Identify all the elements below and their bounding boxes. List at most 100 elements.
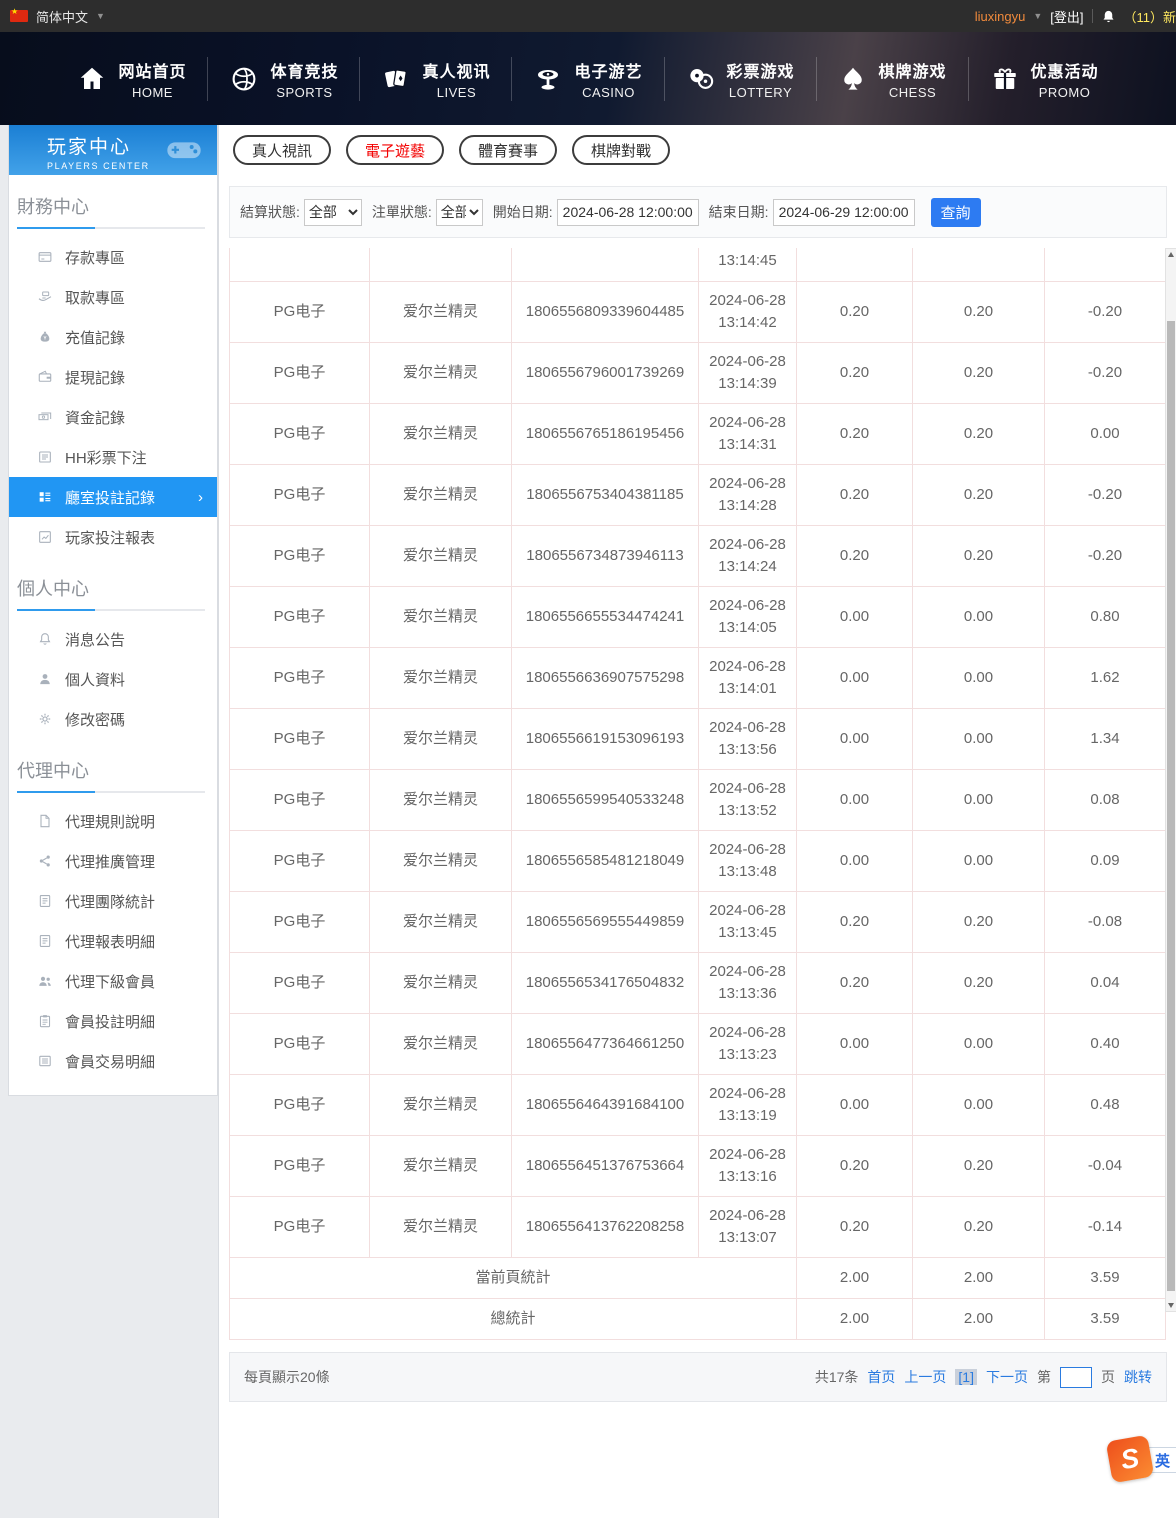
nav-item-promo[interactable]: 优惠活动 PROMO: [990, 58, 1099, 100]
sidebar-item-代理推廣管理[interactable]: 代理推廣管理: [9, 841, 217, 881]
logout-button[interactable]: [登出]: [1050, 7, 1083, 26]
nav-item-casino[interactable]: 电子游艺 CASINO: [533, 58, 642, 100]
sogou-ime-icon[interactable]: S: [1106, 1435, 1155, 1484]
scrollbar-thumb[interactable]: [1167, 321, 1175, 1291]
sidebar-item-代理下級會員[interactable]: 代理下級會員: [9, 961, 217, 1001]
cell-win-loss: 0.04: [1045, 953, 1166, 1014]
cell-win-loss: 0.08: [1045, 770, 1166, 831]
summary-row: 當前頁統計 2.00 2.00 3.59: [230, 1258, 1166, 1299]
summary-valid-bet: 2.00: [913, 1258, 1045, 1299]
bet-records-table: 13:14:45 PG电子 爱尔兰精灵 1806556809339604485 …: [229, 248, 1166, 1340]
settle-status-select[interactable]: 全部: [304, 199, 362, 226]
spade-icon: [838, 64, 868, 94]
scrollbar-up-arrow[interactable]: [1166, 249, 1176, 261]
sidebar-item-label: 提現記錄: [65, 367, 125, 388]
sidebar-item-代理團隊統計[interactable]: 代理團隊統計: [9, 881, 217, 921]
notification-bell-icon[interactable]: [1101, 9, 1116, 24]
table-row: PG电子 爱尔兰精灵 1806556636907575298 2024-06-2…: [230, 648, 1166, 709]
tab-電子遊藝[interactable]: 電子遊藝: [346, 135, 444, 165]
next-page-link[interactable]: 下一页: [986, 1367, 1028, 1387]
table-row: PG电子 爱尔兰精灵 1806556569555449859 2024-06-2…: [230, 892, 1166, 953]
table-row: PG电子 爱尔兰精灵 1806556734873946113 2024-06-2…: [230, 526, 1166, 587]
sidebar-item-取款專區[interactable]: 取款專區: [9, 277, 217, 317]
cell-win-loss: -0.08: [1045, 892, 1166, 953]
cell-time: 2024-06-2813:13:36: [699, 953, 797, 1014]
end-date-input[interactable]: [773, 199, 915, 226]
sidebar-item-修改密碼[interactable]: 修改密碼: [9, 699, 217, 739]
cell-time: 2024-06-2813:13:45: [699, 892, 797, 953]
sidebar-item-資金記錄[interactable]: 資金記錄: [9, 397, 217, 437]
sidebar-item-label: 代理團隊統計: [65, 891, 155, 912]
nav-item-lottery[interactable]: 彩票游戏 LOTTERY: [686, 58, 795, 100]
tab-體育賽事[interactable]: 體育賽事: [459, 135, 557, 165]
ime-mode-indicator[interactable]: 英: [1155, 1450, 1170, 1471]
cell-platform: PG电子: [230, 1197, 370, 1258]
cell-bet-id: 1806556464391684100: [512, 1075, 699, 1136]
prev-page-link[interactable]: 上一页: [904, 1367, 946, 1387]
sidebar-item-label: 資金記錄: [65, 407, 125, 428]
cell-win-loss: 1.34: [1045, 709, 1166, 770]
table-scrollbar[interactable]: [1165, 248, 1176, 1312]
notification-count[interactable]: （11）新消息: [1124, 7, 1176, 26]
page-size-label: 每頁顯示20條: [244, 1367, 330, 1387]
sidebar-item-充值記錄[interactable]: 充值記錄: [9, 317, 217, 357]
cell-time: 2024-06-2813:13:19: [699, 1075, 797, 1136]
sidebar-item-HH彩票下注[interactable]: HH彩票下注: [9, 437, 217, 477]
sidebar-item-會員投註明細[interactable]: 會員投註明細: [9, 1001, 217, 1041]
cell-game: 爱尔兰精灵: [370, 587, 512, 648]
cell-bet-amount: 0.20: [797, 892, 913, 953]
nav-label-zh: 真人视讯: [422, 58, 490, 82]
nav-item-home[interactable]: 网站首页 HOME: [77, 58, 186, 100]
jump-button[interactable]: 跳转: [1124, 1367, 1152, 1387]
nav-separator: [816, 57, 817, 101]
cell-bet-amount: 0.20: [797, 282, 913, 343]
sidebar-item-代理規則說明[interactable]: 代理規則說明: [9, 801, 217, 841]
sidebar-item-label: 代理規則說明: [65, 811, 155, 832]
cell-time: 2024-06-2813:14:42: [699, 282, 797, 343]
nav-separator: [359, 57, 360, 101]
cell-platform: PG电子: [230, 770, 370, 831]
search-button[interactable]: 查詢: [931, 198, 981, 227]
cell-bet-amount: 0.20: [797, 953, 913, 1014]
cell-time: 2024-06-2813:14:28: [699, 465, 797, 526]
scrollbar-down-arrow[interactable]: [1166, 1299, 1176, 1311]
chevron-down-icon: ▼: [1033, 11, 1042, 21]
first-page-link[interactable]: 首页: [867, 1367, 895, 1387]
language-selector[interactable]: 简体中文: [36, 7, 88, 26]
tab-棋牌對戰[interactable]: 棋牌對戰: [572, 135, 670, 165]
sidebar-item-消息公告[interactable]: 消息公告: [9, 619, 217, 659]
page-jump-input[interactable]: [1060, 1367, 1092, 1388]
sidebar-item-存款專區[interactable]: 存款專區: [9, 237, 217, 277]
cell-platform: PG电子: [230, 1136, 370, 1197]
sidebar-item-會員交易明細[interactable]: 會員交易明細: [9, 1041, 217, 1081]
cell-platform: PG电子: [230, 282, 370, 343]
sidebar-item-個人資料[interactable]: 個人資料: [9, 659, 217, 699]
cell-valid-bet: 0.20: [913, 343, 1045, 404]
sidebar-item-提現記錄[interactable]: 提現記錄: [9, 357, 217, 397]
summary-row: 總統計 2.00 2.00 3.59: [230, 1299, 1166, 1340]
nav-label-zh: 电子游艺: [574, 58, 642, 82]
cell-valid-bet: 0.00: [913, 770, 1045, 831]
tab-真人視訊[interactable]: 真人視訊: [233, 135, 331, 165]
cell-win-loss: -0.20: [1045, 465, 1166, 526]
cell-time: 2024-06-2813:14:01: [699, 648, 797, 709]
nav-item-lives[interactable]: 真人视讯 LIVES: [381, 58, 490, 100]
cell-platform: PG电子: [230, 587, 370, 648]
order-status-select[interactable]: 全部: [436, 199, 483, 226]
cell-bet-id: 1806556809339604485: [512, 282, 699, 343]
sidebar-item-玩家投注報表[interactable]: 玩家投注報表: [9, 517, 217, 557]
wallet-icon: [37, 369, 53, 385]
start-date-input[interactable]: [557, 199, 699, 226]
cell-game: 爱尔兰精灵: [370, 648, 512, 709]
section-underline: [17, 609, 205, 611]
sidebar-item-廳室投註記錄[interactable]: 廳室投註記錄 ›: [9, 477, 217, 517]
username[interactable]: liuxingyu: [975, 9, 1026, 24]
table-row: PG电子 爱尔兰精灵 1806556451376753664 2024-06-2…: [230, 1136, 1166, 1197]
nav-label-en: CHESS: [879, 85, 947, 100]
nav-label-en: CASINO: [574, 85, 642, 100]
nav-item-sports[interactable]: 体育竞技 SPORTS: [229, 58, 338, 100]
cell-platform: PG电子: [230, 404, 370, 465]
nav-item-chess[interactable]: 棋牌游戏 CHESS: [838, 58, 947, 100]
sidebar-item-代理報表明細[interactable]: 代理報表明細: [9, 921, 217, 961]
cell-valid-bet: 0.00: [913, 709, 1045, 770]
